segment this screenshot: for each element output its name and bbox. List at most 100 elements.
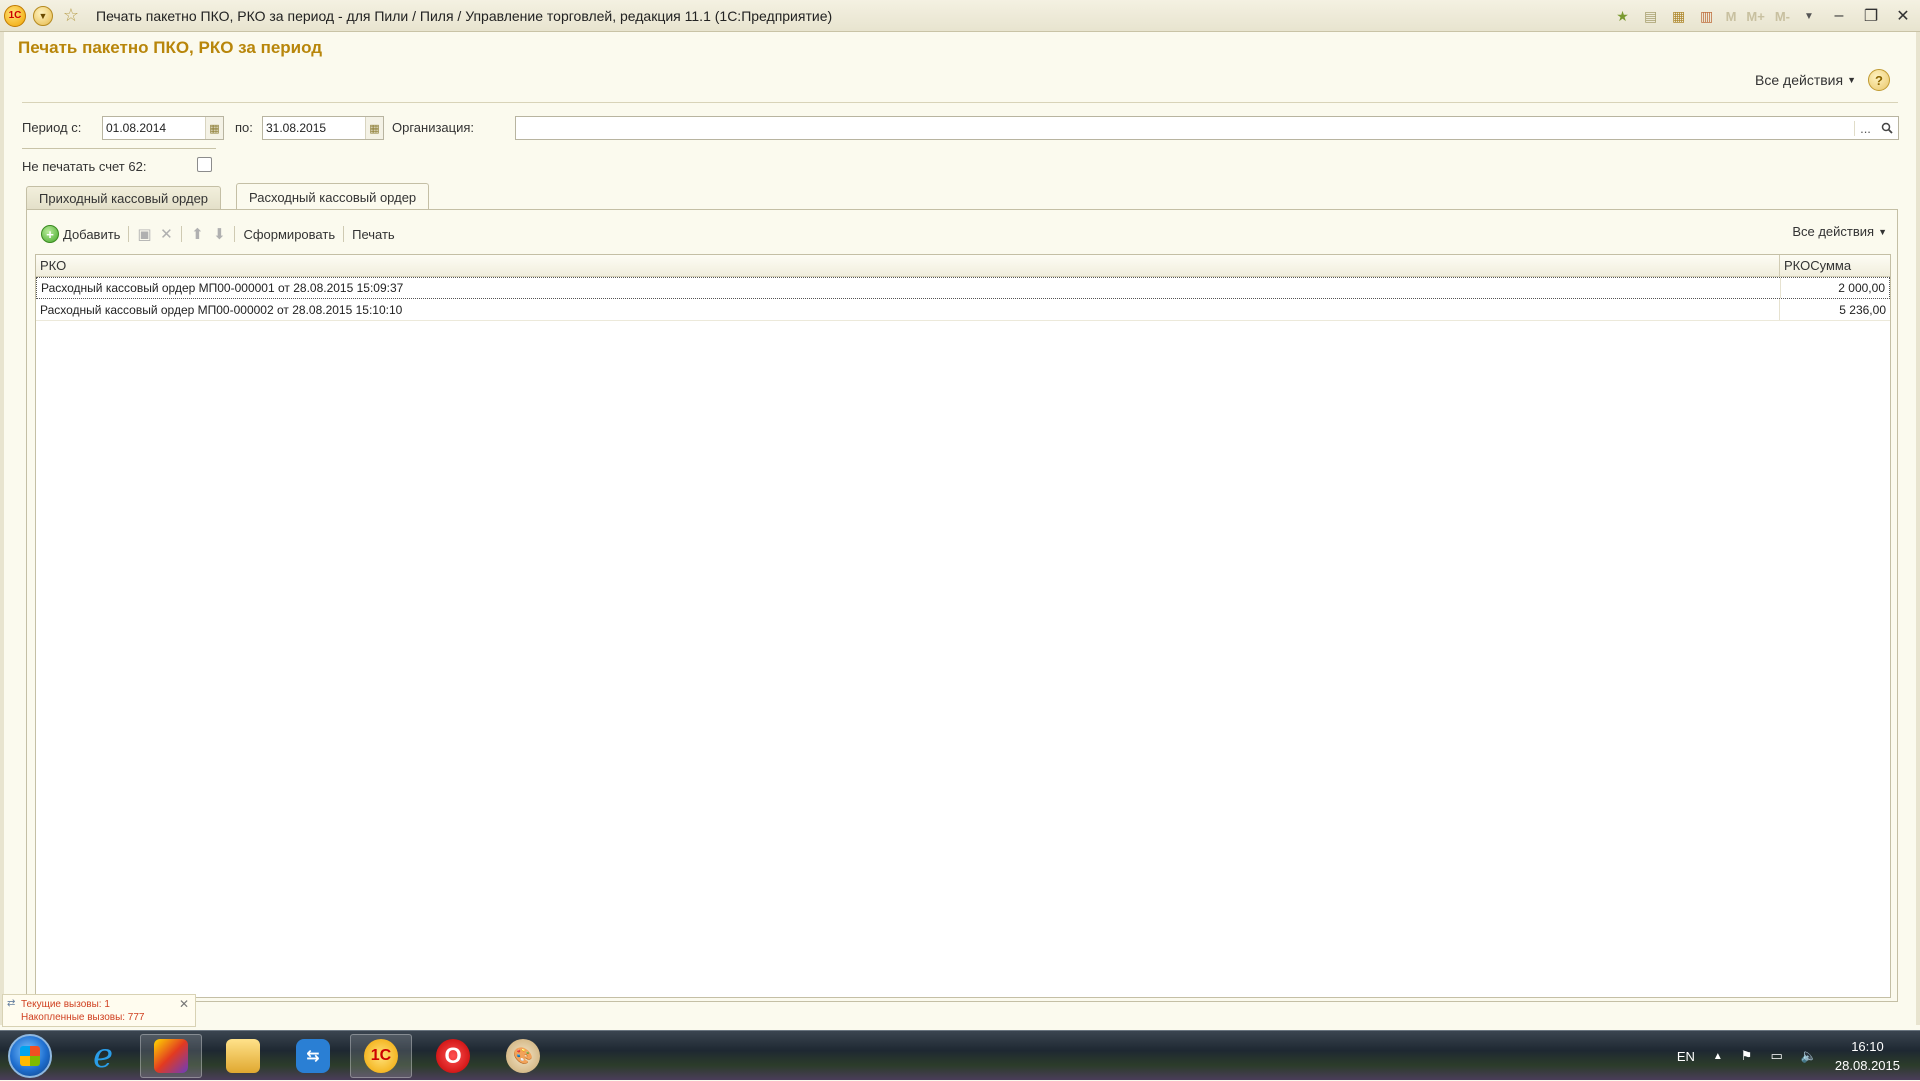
volume-icon[interactable]: 🔈	[1801, 1048, 1817, 1064]
select-button[interactable]: ...	[1854, 120, 1876, 136]
title-bar: 1С ▼ ☆ Печать пакетно ПКО, РКО за период…	[0, 0, 1920, 32]
taskbar-app-1[interactable]	[140, 1034, 202, 1078]
system-tray: EN ▲ ⚑ ▭ 🔈 16:10 28.08.2015	[1677, 1031, 1920, 1081]
1c-logo-icon: 1С	[364, 1039, 398, 1073]
minimize-button[interactable]: –	[1828, 7, 1850, 25]
calendar-icon[interactable]: ▦	[205, 117, 223, 139]
table-row[interactable]: Расходный кассовый ордер МП00-000001 от …	[36, 277, 1890, 299]
tab-incoming-cash-order[interactable]: Приходный кассовый ордер	[26, 186, 222, 210]
more-chevron-icon[interactable]: ▼	[1800, 7, 1818, 25]
app-logo-button[interactable]: 1С	[2, 3, 28, 29]
print-button[interactable]: Печать	[348, 227, 399, 242]
calls-icon: ⇄	[7, 998, 16, 1009]
move-down-icon[interactable]: ⬇	[208, 225, 230, 243]
column-header-rko[interactable]: РКО	[36, 255, 1780, 276]
current-calls: Текущие вызовы: 1	[21, 999, 110, 1010]
tab-label: Приходный кассовый ордер	[39, 191, 209, 206]
rko-sum-cell: 2 000,00	[1838, 281, 1885, 295]
delete-icon[interactable]: ✕	[155, 225, 177, 243]
rko-cell: Расходный кассовый ордер МП00-000002 от …	[36, 299, 1780, 320]
restore-button[interactable]: ❐	[1860, 6, 1882, 26]
toolbar-separator	[181, 226, 183, 242]
all-actions-label: Все действия	[1755, 72, 1844, 88]
print-label: Печать	[352, 226, 395, 242]
no-print-62-checkbox[interactable]	[197, 157, 212, 172]
action-center-flag-icon[interactable]: ⚑	[1741, 1048, 1753, 1064]
calendar-icon[interactable]: ▥	[1698, 7, 1716, 25]
close-icon[interactable]: ✕	[179, 997, 189, 1011]
taskbar-paint[interactable]: 🎨	[492, 1034, 554, 1078]
star-icon: ☆	[62, 5, 80, 25]
generate-button[interactable]: Сформировать	[239, 227, 339, 242]
period-from-label: Период с:	[22, 120, 82, 135]
organization-label: Организация:	[392, 120, 475, 135]
search-icon[interactable]	[1876, 122, 1898, 134]
panel-toolbar: + Добавить ▣ ✕ ⬆ ⬇ Сформировать Печать	[37, 222, 399, 246]
help-button[interactable]: ?	[1868, 69, 1890, 91]
no-print-62-label: Не печатать счет 62:	[22, 159, 147, 174]
chevron-down-icon: ▼	[33, 5, 53, 26]
generate-label: Сформировать	[243, 226, 336, 242]
column-label: РКО	[40, 258, 67, 273]
opera-icon: O	[436, 1039, 470, 1073]
add-label: Добавить	[63, 226, 121, 242]
network-icon[interactable]: ▭	[1770, 1048, 1782, 1064]
favorites-button[interactable]: ☆	[58, 3, 84, 29]
folder-icon	[226, 1039, 260, 1073]
teamviewer-icon: ⇆	[296, 1039, 330, 1073]
clock-date: 28.08.2015	[1834, 1058, 1900, 1073]
taskbar-1c[interactable]: 1С	[350, 1034, 412, 1078]
toolbar-separator	[128, 226, 130, 242]
clock[interactable]: 16:10 28.08.2015	[1835, 1037, 1900, 1075]
title-bar-tools: ★ ▤ ▦ ▥ M M+ M- ▼ – ❐ ✕	[1614, 0, 1914, 32]
add-favorite-icon[interactable]: ★	[1614, 7, 1632, 25]
move-up-icon[interactable]: ⬆	[186, 225, 208, 243]
history-icon[interactable]: ▤	[1642, 7, 1660, 25]
page-title: Печать пакетно ПКО, РКО за период	[18, 38, 323, 57]
memory-m-button[interactable]: M	[1726, 9, 1737, 24]
period-from-field[interactable]: 01.08.2014 ▦	[102, 116, 224, 140]
1c-logo-icon: 1С	[4, 4, 26, 27]
taskbar-opera[interactable]: O	[422, 1034, 484, 1078]
all-actions-menu[interactable]: Все действия ▼	[1755, 72, 1856, 88]
add-button[interactable]: + Добавить	[37, 225, 124, 243]
toolbar-separator	[234, 226, 236, 242]
main-menu-button[interactable]: ▼	[30, 3, 56, 29]
taskbar-file-explorer[interactable]	[212, 1034, 274, 1078]
organization-field[interactable]: ...	[515, 116, 1899, 140]
all-actions-label: Все действия	[1792, 224, 1875, 239]
table-row[interactable]: Расходный кассовый ордер МП00-000002 от …	[36, 299, 1890, 321]
tab-outgoing-cash-order[interactable]: Расходный кассовый ордер	[236, 183, 430, 210]
memory-plus-button[interactable]: M+	[1746, 9, 1764, 24]
internet-explorer-icon: e	[92, 1036, 114, 1076]
toolbar-separator	[343, 226, 345, 242]
copy-icon[interactable]: ▣	[133, 225, 155, 243]
period-to-field[interactable]: 31.08.2015 ▦	[262, 116, 384, 140]
column-label: РКОСумма	[1784, 258, 1852, 273]
rko-table[interactable]: РКО РКОСумма Расходный кассовый ордер МП…	[35, 254, 1891, 998]
rko-sum-cell: 5 236,00	[1839, 302, 1886, 317]
panel-all-actions-menu[interactable]: Все действия ▼	[1792, 224, 1887, 239]
app-icon	[154, 1039, 188, 1073]
taskbar-teamviewer[interactable]: ⇆	[282, 1034, 344, 1078]
table-header: РКО РКОСумма	[36, 255, 1890, 277]
taskbar: e ⇆ 1С O 🎨 EN ▲ ⚑ ▭ 🔈 16:10 28.08.2015	[0, 1030, 1920, 1080]
window-title: Печать пакетно ПКО, РКО за период - для …	[96, 7, 833, 24]
clock-time: 16:10	[1851, 1039, 1884, 1054]
paint-palette-icon: 🎨	[506, 1039, 540, 1073]
server-calls-panel: ⇄ Текущие вызовы: 1 Накопленные вызовы: …	[2, 994, 196, 1027]
tab-label: Расходный кассовый ордер	[249, 189, 417, 205]
memory-minus-button[interactable]: M-	[1775, 9, 1790, 24]
start-button[interactable]	[8, 1034, 52, 1078]
calendar-icon[interactable]: ▦	[365, 117, 383, 139]
column-header-rko-sum[interactable]: РКОСумма	[1780, 255, 1890, 276]
calculator-icon[interactable]: ▦	[1670, 7, 1688, 25]
close-button[interactable]: ✕	[1892, 6, 1914, 26]
language-indicator[interactable]: EN	[1677, 1049, 1695, 1064]
windows-logo-icon	[20, 1046, 40, 1066]
taskbar-internet-explorer[interactable]: e	[72, 1034, 134, 1078]
accumulated-calls: Накопленные вызовы: 777	[21, 1012, 145, 1023]
period-from-value: 01.08.2014	[106, 121, 167, 135]
show-hidden-icons-icon[interactable]: ▲	[1713, 1051, 1723, 1062]
field-underline	[22, 148, 216, 149]
